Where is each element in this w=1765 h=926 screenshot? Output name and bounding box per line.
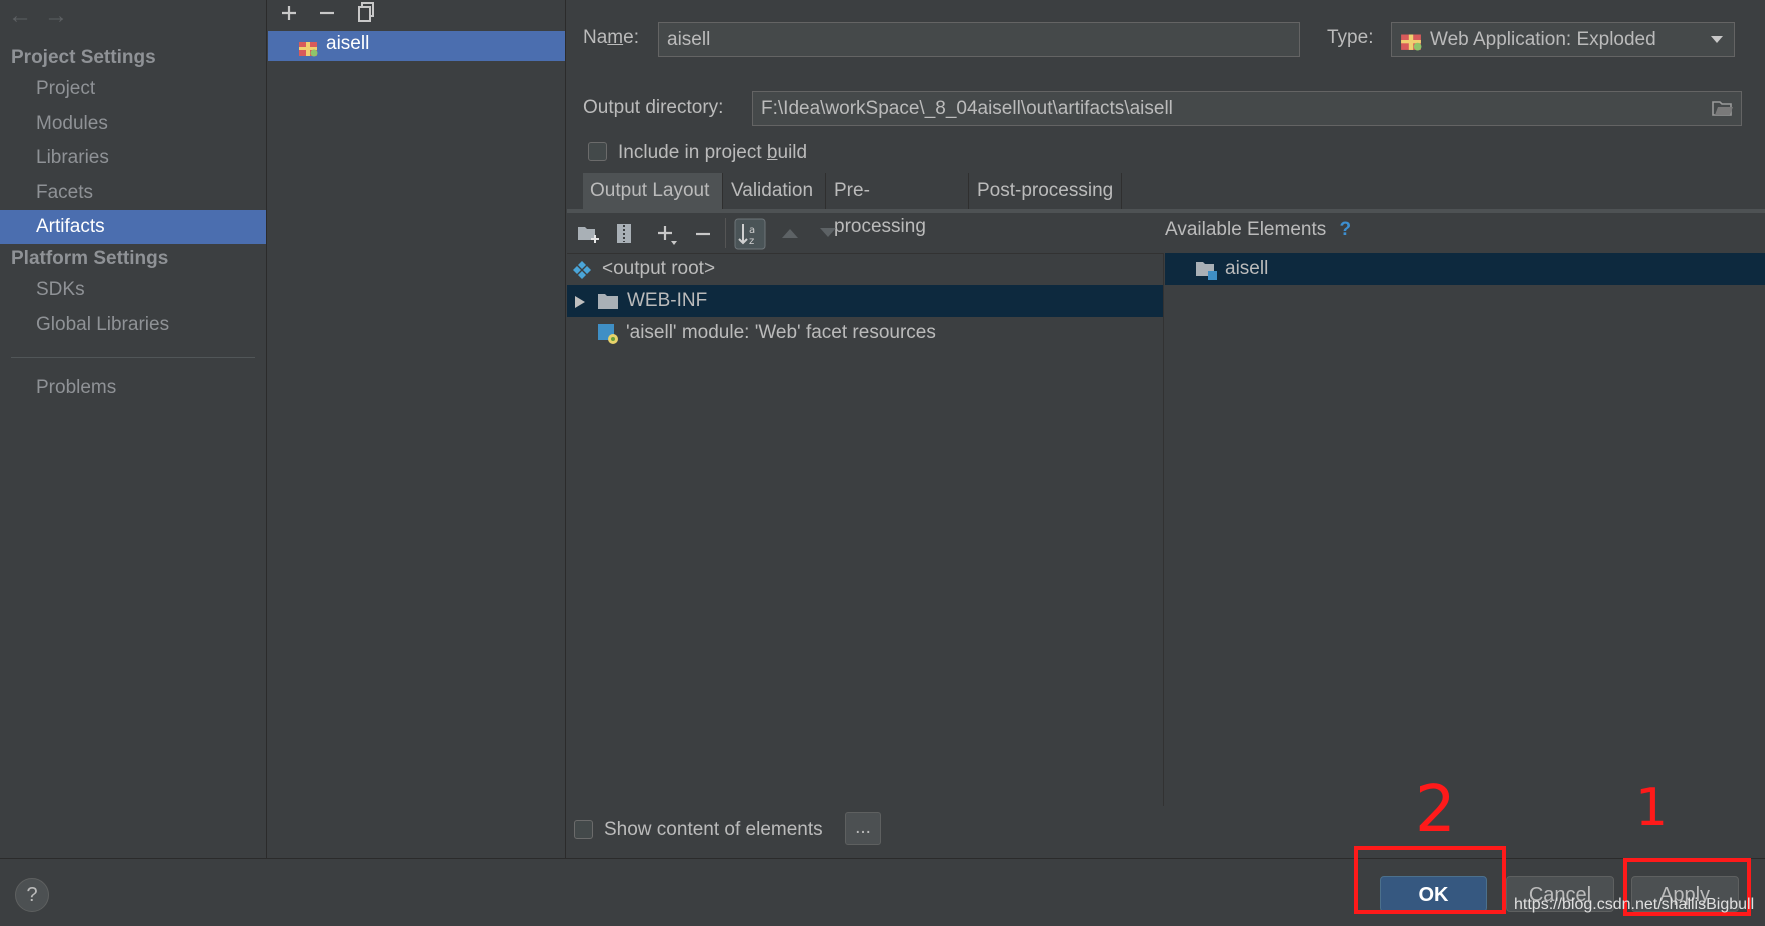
copy-icon[interactable] (356, 1, 376, 23)
sidebar-item-modules[interactable]: Modules (0, 107, 266, 141)
tree-item-label: 'aisell' module: 'Web' facet resources (626, 322, 936, 343)
include-label-part: uild (777, 142, 808, 163)
include-in-build-label: Include in project build (618, 142, 807, 164)
show-content-checkbox[interactable] (574, 820, 593, 839)
add-icon[interactable] (279, 3, 299, 23)
platform-settings-header: Platform Settings (11, 248, 169, 269)
sidebar-item-artifacts[interactable]: Artifacts (0, 210, 266, 244)
name-label: Name: (583, 27, 639, 49)
annotation-number-2: 2 (1415, 773, 1456, 847)
artifact-list-panel (267, 0, 566, 858)
name-label-part: e: (623, 27, 639, 48)
show-content-label: Show content of elements (604, 819, 823, 840)
include-label-part: Include in project (618, 142, 767, 163)
facet-resources-icon (598, 324, 618, 344)
include-in-build-checkbox[interactable] (588, 142, 607, 161)
tab-pre-processing[interactable]: Pre-processing (827, 173, 969, 237)
sidebar-divider (11, 357, 255, 358)
tab-post-processing[interactable]: Post-processing (970, 173, 1122, 209)
chevron-down-icon[interactable] (1710, 35, 1724, 45)
name-label-mnemonic: m (607, 27, 624, 48)
tab-validation[interactable]: Validation (724, 173, 826, 209)
name-input[interactable] (658, 22, 1300, 57)
tree-item-label: <output root> (602, 258, 716, 279)
output-root-icon (573, 261, 591, 279)
add-copy-icon[interactable] (656, 224, 678, 246)
help-question-icon[interactable]: ? (1340, 219, 1352, 240)
remove-icon[interactable] (693, 224, 713, 244)
more-options-button[interactable]: ... (845, 812, 881, 845)
help-button[interactable]: ? (15, 878, 49, 912)
sidebar-item-libraries[interactable]: Libraries (0, 141, 266, 175)
svg-text:a: a (749, 225, 755, 236)
artifact-item-label: aisell (326, 33, 370, 54)
back-arrow-icon[interactable]: ← (8, 2, 32, 30)
available-elements-title: Available Elements (1165, 219, 1327, 240)
war-exploded-icon (1401, 34, 1422, 51)
available-item-label: aisell (1225, 258, 1269, 279)
war-exploded-icon (299, 42, 318, 57)
folder-icon (598, 294, 618, 309)
sidebar-item-problems[interactable]: Problems (0, 371, 266, 405)
sidebar-item-global-libraries[interactable]: Global Libraries (0, 308, 266, 342)
name-label-part: Na (583, 27, 608, 48)
sidebar-item-facets[interactable]: Facets (0, 176, 266, 210)
tab-output-layout[interactable]: Output Layout (583, 173, 723, 209)
available-elements-header: Available Elements ? (1165, 219, 1351, 241)
ok-annotation-box (1354, 846, 1506, 914)
remove-icon[interactable] (317, 3, 337, 23)
sidebar-item-project[interactable]: Project (0, 72, 266, 106)
tree-item-facet-resources[interactable]: 'aisell' module: 'Web' facet resources (567, 317, 1163, 349)
svg-text:z: z (749, 236, 754, 247)
move-down-icon[interactable] (819, 227, 837, 239)
annotation-number-1: 1 (1635, 778, 1669, 838)
new-directory-icon[interactable] (577, 224, 601, 244)
tree-item-label: WEB-INF (627, 290, 708, 311)
toolbar-separator (725, 218, 726, 248)
sidebar-item-sdks[interactable]: SDKs (0, 273, 266, 307)
project-settings-header: Project Settings (11, 47, 156, 68)
type-select-value: Web Application: Exploded (1430, 29, 1656, 50)
artifact-item-aisell[interactable]: aisell (268, 31, 565, 61)
type-select[interactable]: Web Application: Exploded (1391, 22, 1735, 57)
module-folder-icon (1196, 262, 1217, 280)
include-label-mnemonic: b (766, 142, 778, 163)
sort-icon[interactable]: a z (734, 218, 766, 250)
tree-item-web-inf[interactable]: WEB-INF (567, 285, 1163, 317)
available-item-aisell[interactable]: aisell (1165, 253, 1765, 285)
browse-folder-icon[interactable] (1712, 99, 1734, 117)
expand-arrow-icon[interactable] (574, 295, 586, 309)
move-up-icon[interactable] (781, 227, 799, 239)
archive-icon[interactable] (615, 223, 633, 245)
type-label: Type: (1327, 27, 1374, 48)
output-directory-label: Output directory: (583, 97, 724, 118)
forward-arrow-icon[interactable]: → (44, 2, 68, 30)
layout-toolbar: a z (567, 215, 1163, 253)
tab-underline (567, 209, 1765, 213)
output-directory-input[interactable] (752, 91, 1742, 126)
tree-item-output-root[interactable]: <output root> (567, 253, 1163, 285)
watermark-text: https://blog.csdn.net/shallisBigbull (1514, 896, 1755, 913)
